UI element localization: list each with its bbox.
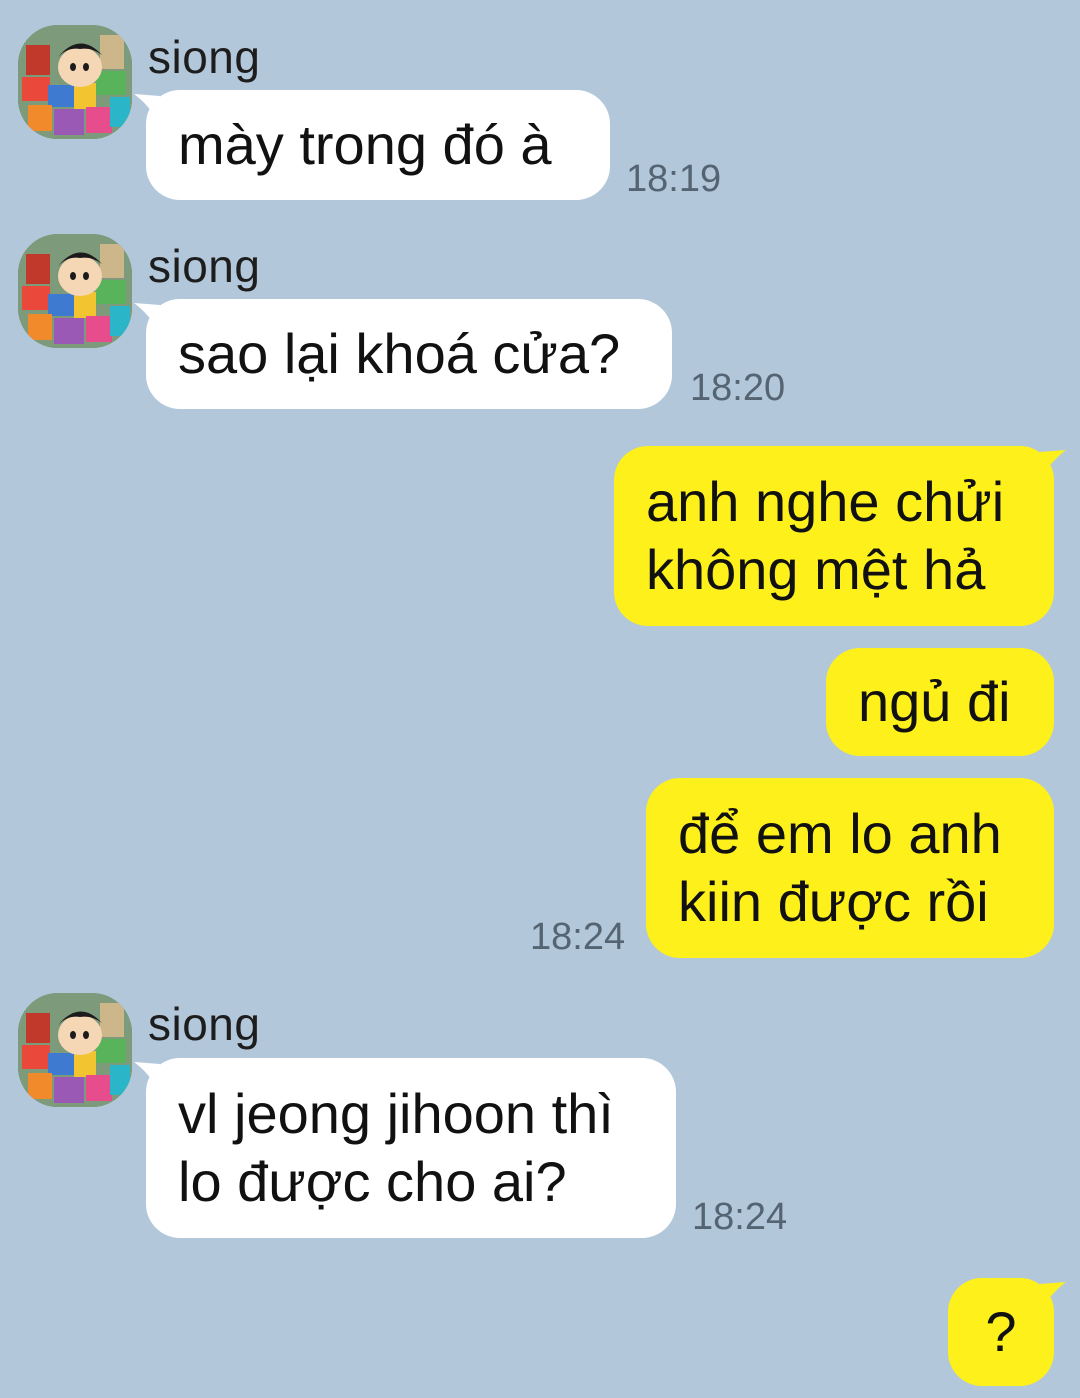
sender-avatar[interactable] xyxy=(18,993,132,1107)
avatar-icon xyxy=(18,234,132,348)
message-text: kiin được rồi xyxy=(678,870,989,933)
sender-name: siong xyxy=(148,31,261,83)
bubble-tail-icon xyxy=(134,303,160,333)
message-bubble-outgoing[interactable]: để em lo anh kiin được rồi xyxy=(646,778,1054,958)
message-text: ? xyxy=(985,1300,1017,1363)
bubble-tail-icon xyxy=(134,1062,160,1092)
bubble-tail-icon xyxy=(1040,450,1066,480)
sender-name: siong xyxy=(148,998,261,1050)
message-bubble-outgoing[interactable]: ? xyxy=(948,1278,1066,1386)
message-bubble-incoming[interactable]: vl jeong jihoon thì lo được cho ai? xyxy=(134,1058,676,1238)
message-text: anh nghe chửi xyxy=(646,470,1005,533)
message-text: để em lo anh xyxy=(678,802,1002,865)
bubble-tail-icon xyxy=(1040,1282,1066,1312)
message-text: lo được cho ai? xyxy=(178,1150,567,1213)
avatar-icon xyxy=(18,25,132,139)
sender-name: siong xyxy=(148,240,261,292)
message-bubble-incoming[interactable]: sao lại khoá cửa? xyxy=(134,299,672,409)
message-bubble-outgoing[interactable]: anh nghe chửi không mệt hả xyxy=(614,446,1066,626)
message-bubble-outgoing[interactable]: ngủ đi xyxy=(826,648,1054,756)
message-text: không mệt hả xyxy=(646,538,986,601)
message-text: sao lại khoá cửa? xyxy=(178,322,621,385)
message-text: ngủ đi xyxy=(858,670,1011,733)
message-text: mày trong đó à xyxy=(178,113,552,176)
message-timestamp: 18:24 xyxy=(692,1196,788,1238)
avatar-icon xyxy=(18,993,132,1107)
sender-avatar[interactable] xyxy=(18,25,132,139)
message-bubble-incoming[interactable]: mày trong đó à xyxy=(134,90,610,200)
message-timestamp: 18:20 xyxy=(690,367,786,409)
message-timestamp: 18:19 xyxy=(626,158,722,200)
message-timestamp: 18:24 xyxy=(530,916,626,958)
sender-avatar[interactable] xyxy=(18,234,132,348)
message-text: vl jeong jihoon thì xyxy=(178,1082,614,1145)
bubble-tail-icon xyxy=(134,94,160,124)
